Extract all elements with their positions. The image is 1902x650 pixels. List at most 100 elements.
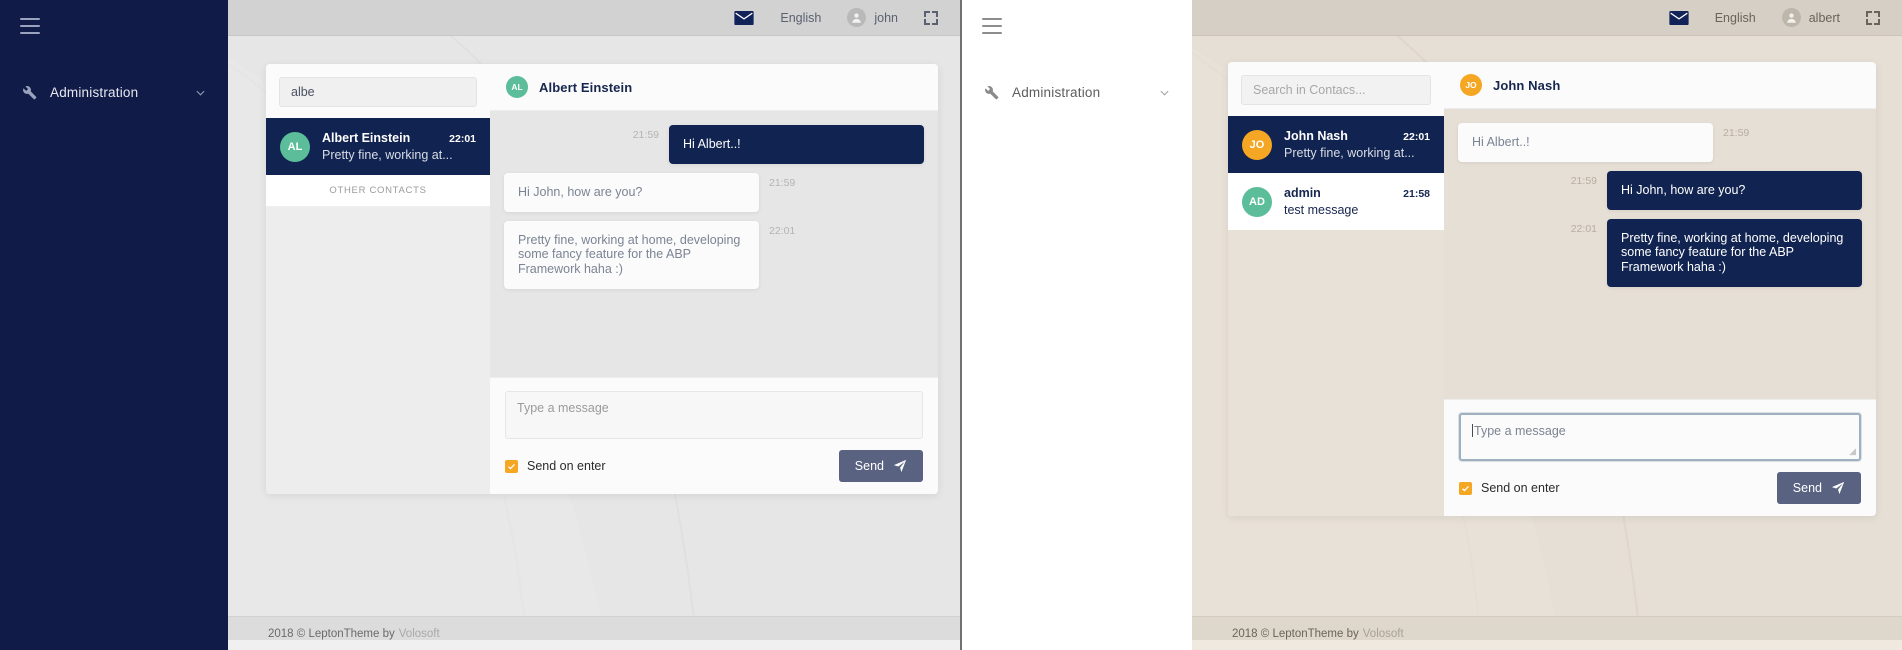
contact-top-row: Albert Einstein 22:01 (322, 131, 476, 145)
sidebar-item-administration[interactable]: Administration (0, 75, 228, 109)
message-list: Hi Albert..! 21:59 21:59 Hi John, how ar… (1444, 109, 1876, 399)
composer-controls: Send on enter Send (1459, 472, 1861, 504)
message-composer: Type a message Send on enter (490, 377, 938, 494)
send-button[interactable]: Send (1777, 472, 1861, 504)
conversation-header: JO John Nash (1444, 62, 1876, 109)
composer-controls: Send on enter Send (505, 450, 923, 482)
chat-card: albe AL Albert Einstein 22:01 Pretty fin… (266, 64, 938, 494)
message-bubble: Pretty fine, working at home, developing… (1607, 219, 1862, 287)
contact-list-item[interactable]: AL Albert Einstein 22:01 Pretty fine, wo… (266, 118, 490, 175)
envelope-icon[interactable] (734, 11, 754, 25)
language-label: English (780, 11, 821, 25)
top-bar: English albert (1192, 0, 1902, 36)
footer-brand-link[interactable]: Volosoft (1363, 628, 1404, 640)
chevron-down-icon (195, 87, 206, 98)
fullscreen-corner (924, 19, 930, 25)
resize-grip[interactable]: ◢ (1849, 446, 1856, 457)
send-button[interactable]: Send (839, 450, 923, 482)
top-bar: English john (228, 0, 960, 36)
user-menu[interactable]: john (847, 8, 898, 27)
search-input[interactable]: albe (279, 77, 477, 107)
paper-plane-icon (1831, 481, 1845, 495)
envelope-icon[interactable] (1669, 11, 1689, 25)
message-time: 21:59 (1723, 123, 1749, 139)
footer-brand-link[interactable]: Volosoft (399, 628, 440, 640)
screenshot-stage: Administration English (0, 0, 1902, 650)
content-area: albe AL Albert Einstein 22:01 Pretty fin… (228, 36, 960, 650)
fullscreen-icon[interactable] (924, 11, 938, 25)
message-composer: Type a message ◢ Send on enter (1444, 399, 1876, 516)
hamburger-bar (982, 18, 1002, 20)
avatar: AL (506, 76, 528, 98)
chat-card: Search in Contacs... JO John Nash 22:01 … (1228, 62, 1876, 516)
contact-body: John Nash 22:01 Pretty fine, working at.… (1284, 129, 1430, 160)
contacts-column: Search in Contacs... JO John Nash 22:01 … (1228, 62, 1444, 516)
contact-time: 22:01 (1403, 131, 1430, 143)
check-icon (507, 462, 516, 471)
message-row: 22:01 Pretty fine, working at home, deve… (1458, 219, 1862, 287)
user-avatar-icon (847, 8, 866, 27)
language-selector[interactable]: English (1715, 11, 1756, 25)
fullscreen-corner (1866, 19, 1872, 25)
conversation-title: John Nash (1493, 78, 1560, 93)
message-row: Pretty fine, working at home, developing… (504, 221, 924, 289)
message-bubble: Hi Albert..! (1458, 123, 1713, 162)
send-on-enter-checkbox[interactable] (505, 460, 518, 473)
contacts-empty-space (1228, 230, 1444, 516)
message-input-placeholder: Type a message (1474, 424, 1566, 438)
fullscreen-corner (1866, 11, 1872, 17)
send-on-enter-toggle[interactable]: Send on enter (1459, 481, 1560, 495)
contact-body: admin 21:58 test message (1284, 186, 1430, 217)
hamburger-bar (20, 18, 40, 20)
message-input[interactable]: Type a message ◢ (1459, 413, 1861, 461)
search-input[interactable]: Search in Contacs... (1241, 75, 1431, 105)
hamburger-icon[interactable] (982, 18, 1002, 34)
avatar: JO (1242, 130, 1272, 160)
language-label: English (1715, 11, 1756, 25)
contact-preview: Pretty fine, working at... (1284, 146, 1430, 160)
user-avatar-icon (1782, 8, 1801, 27)
hamburger-bar (20, 25, 40, 27)
content-area: Search in Contacs... JO John Nash 22:01 … (1192, 36, 1902, 650)
message-input[interactable]: Type a message (505, 391, 923, 439)
user-name-label: albert (1809, 11, 1840, 25)
conversation-header: AL Albert Einstein (490, 64, 938, 111)
message-time: 21:59 (1571, 171, 1597, 187)
message-bubble: Pretty fine, working at home, developing… (504, 221, 759, 289)
message-bubble: Hi Albert..! (669, 125, 924, 164)
send-button-label: Send (1793, 481, 1822, 495)
hamburger-bar (982, 25, 1002, 27)
sidebar-item-administration[interactable]: Administration (962, 75, 1192, 109)
language-selector[interactable]: English (780, 11, 821, 25)
avatar: JO (1460, 74, 1482, 96)
contact-list-item[interactable]: AD admin 21:58 test message (1228, 173, 1444, 230)
other-contacts-label: OTHER CONTACTS (266, 175, 490, 207)
conversation-title: Albert Einstein (539, 80, 632, 95)
check-icon (1461, 484, 1470, 493)
footer-text: 2018 © LeptonTheme by (1232, 628, 1359, 640)
hamburger-bar (982, 32, 1002, 34)
send-on-enter-checkbox[interactable] (1459, 482, 1472, 495)
message-list: 21:59 Hi Albert..! Hi John, how are you?… (490, 111, 938, 377)
contact-name: Albert Einstein (322, 131, 410, 145)
panel-left: Administration English (0, 0, 960, 650)
hamburger-icon[interactable] (20, 18, 40, 34)
conversation-column: AL Albert Einstein 21:59 Hi Albert..! Hi… (490, 64, 938, 494)
send-on-enter-toggle[interactable]: Send on enter (505, 459, 606, 473)
contact-preview: Pretty fine, working at... (322, 148, 476, 162)
wrench-icon (20, 83, 38, 101)
sidebar: Administration (962, 0, 1192, 650)
chevron-down-icon (1159, 87, 1170, 98)
hamburger-bar (20, 32, 40, 34)
contact-top-row: admin 21:58 (1284, 186, 1430, 200)
user-menu[interactable]: albert (1782, 8, 1840, 27)
contact-body: Albert Einstein 22:01 Pretty fine, worki… (322, 131, 476, 162)
wrench-icon (982, 83, 1000, 101)
fullscreen-icon[interactable] (1866, 11, 1880, 25)
contacts-column: albe AL Albert Einstein 22:01 Pretty fin… (266, 64, 490, 494)
contacts-search-wrap: Search in Contacs... (1228, 62, 1444, 116)
footer-bottom-strip (1192, 640, 1902, 650)
avatar: AL (280, 132, 310, 162)
contact-list-item[interactable]: JO John Nash 22:01 Pretty fine, working … (1228, 116, 1444, 173)
contact-name: admin (1284, 186, 1321, 200)
